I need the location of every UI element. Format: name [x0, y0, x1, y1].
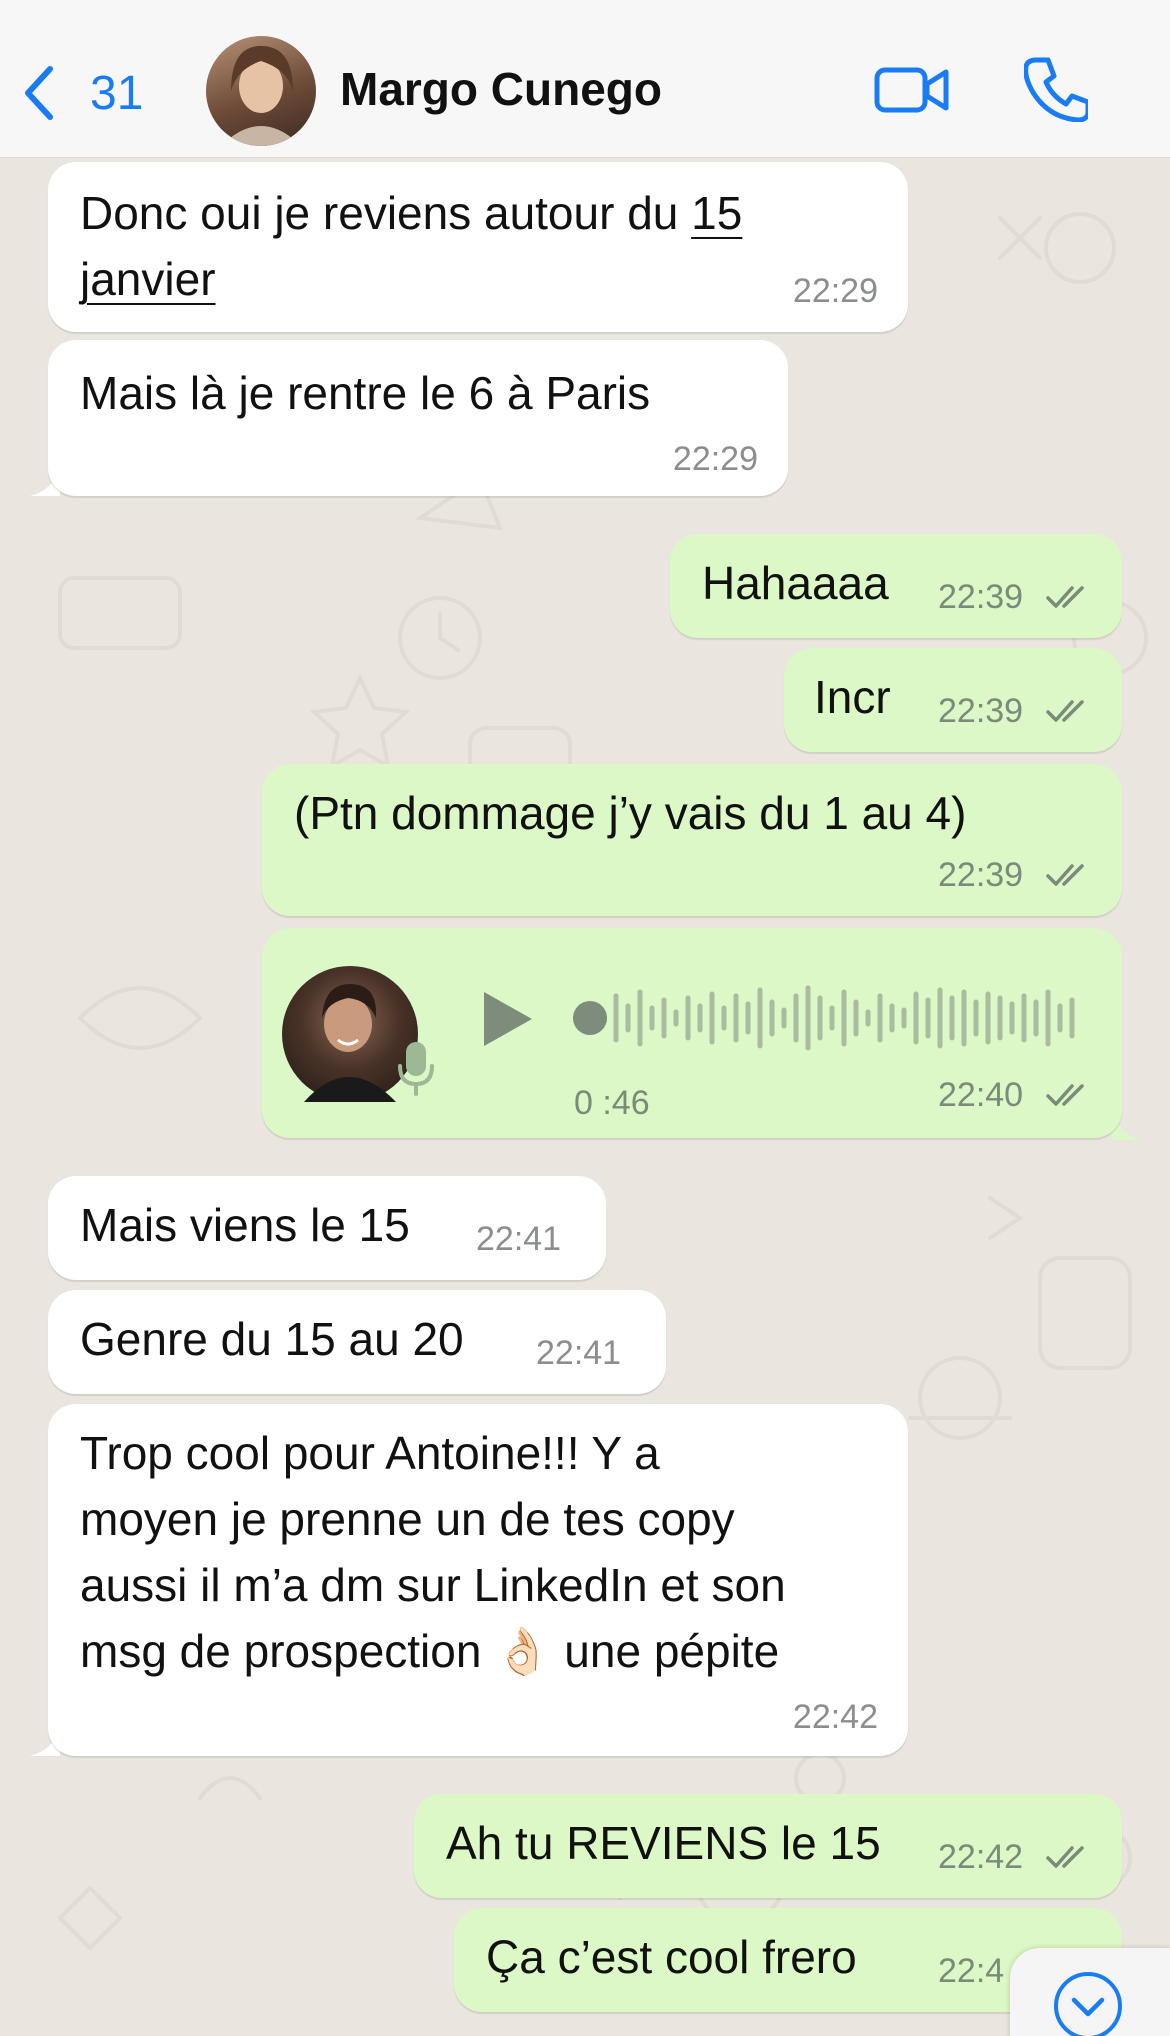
date-link[interactable]: janvier: [80, 246, 216, 312]
chevron-left-icon: [25, 66, 53, 120]
message-bubble-incoming[interactable]: Mais là je rentre le 6 à Paris 22:29: [48, 340, 788, 496]
phone-icon[interactable]: [1024, 54, 1088, 122]
message-bubble-outgoing[interactable]: Ah tu REVIENS le 15 22:42: [414, 1794, 1122, 1898]
message-text: Mais viens le 15: [80, 1199, 410, 1251]
message-bubble-outgoing[interactable]: Incr 22:39: [784, 648, 1122, 752]
date-link[interactable]: 15: [691, 187, 742, 239]
message-text: Trop cool pour Antoine!!! Y a: [80, 1427, 660, 1479]
message-text: aussi il m’a dm sur LinkedIn et son: [80, 1559, 786, 1611]
chat-header: 31 Margo Cunego: [0, 0, 1170, 158]
message-text: msg de prospection: [80, 1625, 482, 1677]
message-time: 22:39: [938, 578, 1024, 616]
unread-count: 31: [90, 66, 144, 120]
message-time: 22:29: [792, 272, 878, 310]
message-time: 22:41: [476, 1220, 562, 1258]
double-check-icon: [1046, 864, 1084, 886]
voice-duration: 0 :46: [574, 1084, 650, 1122]
message-time: 22:4: [938, 1952, 1005, 1990]
message-text: (Ptn dommage j’y vais du 1 au 4): [294, 787, 967, 839]
message-text: moyen je prenne un de tes copy: [80, 1493, 735, 1545]
message-bubble-incoming[interactable]: Genre du 15 au 20 22:41: [48, 1290, 666, 1394]
avatar-photo: [221, 46, 301, 146]
message-text: Incr: [814, 671, 891, 723]
double-check-icon: [1046, 1846, 1084, 1868]
message-text: Mais là je rentre le 6 à Paris: [80, 367, 651, 419]
message-time: 22:42: [792, 1698, 878, 1736]
video-camera-icon[interactable]: [874, 62, 950, 118]
message-time: 22:41: [536, 1334, 622, 1372]
message-time: 22:39: [938, 692, 1024, 730]
audio-waveform[interactable]: [570, 978, 1080, 1058]
scroll-to-bottom-button[interactable]: [1010, 1948, 1170, 2036]
message-time: 22:29: [672, 440, 758, 478]
microphone-icon: [398, 1042, 434, 1096]
ok-hand-emoji: 👌🏻: [494, 1625, 552, 1677]
message-bubble-incoming[interactable]: Trop cool pour Antoine!!! Y a moyen je p…: [48, 1404, 908, 1756]
message-bubble-outgoing[interactable]: Hahaaaa 22:39: [670, 534, 1122, 638]
message-text: Donc oui je reviens autour du: [80, 187, 679, 239]
message-time: 22:42: [938, 1838, 1024, 1876]
message-text: Ça c’est cool frero: [486, 1931, 857, 1983]
double-check-icon: [1046, 1084, 1084, 1106]
message-text: Hahaaaa: [702, 557, 889, 609]
message-time: 22:40: [938, 1076, 1024, 1114]
play-icon[interactable]: [480, 988, 536, 1050]
chevron-down-circle-icon: [1054, 1972, 1122, 2036]
double-check-icon: [1046, 586, 1084, 608]
contact-avatar[interactable]: [206, 36, 316, 146]
message-bubble-incoming[interactable]: Mais viens le 15 22:41: [48, 1176, 606, 1280]
message-text: Ah tu REVIENS le 15: [446, 1817, 881, 1869]
message-text: une pépite: [564, 1625, 780, 1677]
message-time: 22:39: [938, 856, 1024, 894]
contact-name[interactable]: Margo Cunego: [340, 62, 662, 116]
message-bubble-incoming[interactable]: Donc oui je reviens autour du 15 janvier…: [48, 162, 908, 332]
message-bubble-outgoing[interactable]: (Ptn dommage j’y vais du 1 au 4) 22:39: [262, 764, 1122, 916]
back-button[interactable]: 31: [20, 58, 143, 128]
message-text: Genre du 15 au 20: [80, 1313, 464, 1365]
double-check-icon: [1046, 700, 1084, 722]
